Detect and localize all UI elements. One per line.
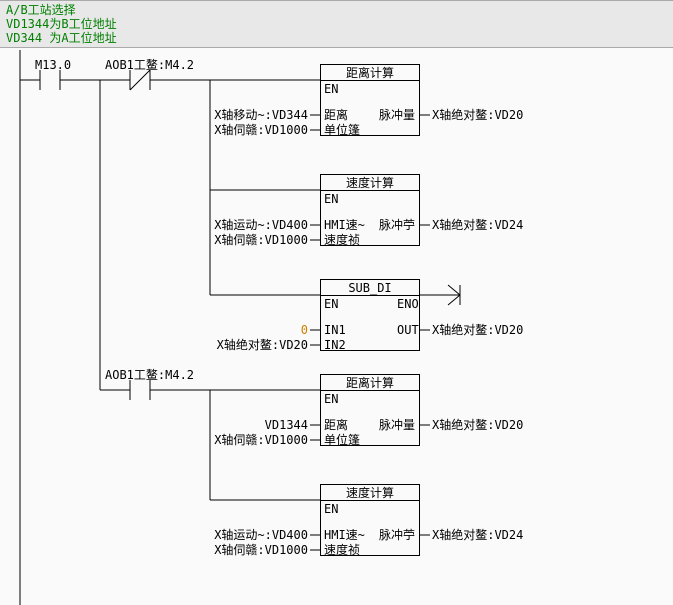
port-en: EN [324,192,338,206]
port-out: 脉冲量 [379,418,415,432]
ladder-diagram: M13.0 AOB1工鳌:M4.2 AOB1工鳌:M4.2 距离计算 EN 距离… [0,50,673,605]
port-out: 脉冲量 [379,108,415,122]
port-in1: HMI速~ [324,528,365,542]
port-out: OUT [397,323,419,337]
b1-out-label: X轴绝对鳌:VD20 [432,108,523,122]
header-comments: A/B工站选择 VD1344为B工位地址 VD344 为A工位地址 [0,0,673,48]
block-title: 速度计算 [321,485,419,501]
b1-in1-label: X轴移动~:VD344 [200,108,308,122]
port-out: 脉冲苧 [379,218,415,232]
b5-in1-label: X轴运动~:VD400 [200,528,308,542]
b2-in1-label: X轴运动~:VD400 [200,218,308,232]
b3-in1-val: 0 [290,323,308,337]
block-title: 距离计算 [321,375,419,391]
b4-in1-label: VD1344 [200,418,308,432]
port-in2: 速度祯 [324,233,360,247]
b1-in2-label: X轴伺赣:VD1000 [200,123,308,137]
port-en: EN [324,82,338,96]
b3-out-label: X轴绝对鳌:VD20 [432,323,523,337]
b2-out-label: X轴绝对鳌:VD24 [432,218,523,232]
block-title: 距离计算 [321,65,419,81]
port-in2: 速度祯 [324,543,360,557]
b5-out-label: X轴绝对鳌:VD24 [432,528,523,542]
port-out: 脉冲苧 [379,528,415,542]
port-in2: 单位篷 [324,123,360,137]
port-in2: 单位篷 [324,433,360,447]
b5-in2-label: X轴伺赣:VD1000 [200,543,308,557]
contact-m13-label: M13.0 [35,58,71,72]
port-in1: 距离 [324,418,348,432]
b4-in2-label: X轴伺赣:VD1000 [200,433,308,447]
block-title: 速度计算 [321,175,419,191]
port-eno: ENO [397,297,419,311]
header-line-1: A/B工站选择 [6,3,667,17]
port-en: EN [324,502,338,516]
port-en: EN [324,392,338,406]
port-en: EN [324,297,338,311]
contact-aob1-bot-label: AOB1工鳌:M4.2 [105,368,194,382]
port-in1: 距离 [324,108,348,122]
port-in1: HMI速~ [324,218,365,232]
b2-in2-label: X轴伺赣:VD1000 [200,233,308,247]
header-line-2: VD1344为B工位地址 [6,17,667,31]
contact-aob1-top-label: AOB1工鳌:M4.2 [105,58,194,72]
b4-out-label: X轴绝对鳌:VD20 [432,418,523,432]
header-line-3: VD344 为A工位地址 [6,31,667,45]
b3-in2-label: X轴绝对鳌:VD20 [200,338,308,352]
port-in2: IN2 [324,338,346,352]
block-title: SUB_DI [321,280,419,296]
port-in1: IN1 [324,323,346,337]
